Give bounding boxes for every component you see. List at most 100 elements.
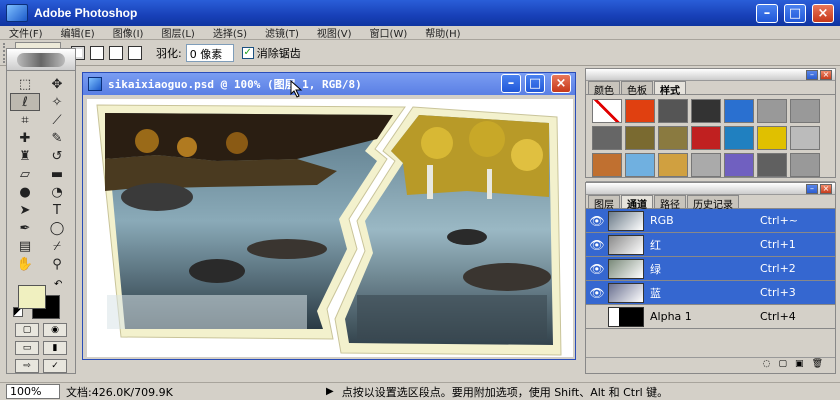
tab-swatches[interactable]: 色板 [621, 81, 653, 97]
new-channel-icon[interactable]: ▣ [795, 359, 804, 369]
swap-colors-icon[interactable]: ↶ [54, 279, 62, 290]
doc-close-button[interactable]: × [551, 74, 571, 93]
standard-mode-icon[interactable]: ▢ [15, 323, 39, 337]
style-swatch[interactable] [658, 126, 688, 150]
status-menu-arrow-icon[interactable]: ▶ [326, 386, 334, 397]
add-selection-icon[interactable] [90, 45, 104, 60]
style-swatch[interactable] [691, 99, 721, 123]
notes-tool-icon[interactable]: ▤ [10, 237, 40, 255]
style-swatch[interactable] [592, 126, 622, 150]
style-swatch[interactable] [757, 99, 787, 123]
dodge-tool-icon[interactable]: ◔ [42, 183, 72, 201]
style-swatch[interactable] [724, 99, 754, 123]
menu-window[interactable]: 窗口(W) [361, 25, 417, 40]
pen-tool-icon[interactable]: ✒ [10, 219, 40, 237]
gradient-tool-icon[interactable]: ▬ [42, 165, 72, 183]
marquee-tool-icon[interactable]: ⬚ [10, 75, 40, 93]
style-swatch[interactable] [790, 99, 820, 123]
style-swatch[interactable] [790, 126, 820, 150]
magic-wand-tool-icon[interactable]: ✧ [42, 93, 72, 111]
jump-to-imageready-icon[interactable]: ⇨ [15, 359, 39, 373]
history-brush-icon[interactable]: ↺ [42, 147, 72, 165]
tab-color[interactable]: 颜色 [588, 81, 620, 97]
style-swatch[interactable] [625, 99, 655, 123]
tab-paths[interactable]: 路径 [654, 195, 686, 211]
eye-icon[interactable]: 👁 [586, 214, 608, 228]
styles-panel-header[interactable]: – × [586, 69, 835, 81]
style-swatch[interactable] [724, 126, 754, 150]
channel-row[interactable]: 👁 红 Ctrl+1 [586, 233, 835, 257]
style-swatch[interactable] [625, 153, 655, 177]
doc-maximize-button[interactable]: □ [525, 74, 545, 93]
channel-row[interactable]: 👁 RGB Ctrl+~ [586, 209, 835, 233]
channel-row[interactable]: Alpha 1 Ctrl+4 [586, 305, 835, 329]
menu-view[interactable]: 视图(V) [308, 25, 361, 40]
menu-edit[interactable]: 编辑(E) [52, 25, 104, 40]
close-button[interactable]: × [812, 4, 834, 23]
channels-panel-minimize-button[interactable]: – [806, 184, 818, 194]
image-canvas[interactable] [87, 99, 573, 357]
tab-styles[interactable]: 样式 [654, 81, 686, 97]
document-titlebar[interactable]: sikaixiaoguo.psd @ 100% (图层 1, RGB/8) – … [83, 73, 575, 95]
brush-tool-icon[interactable]: ✎ [42, 129, 72, 147]
style-swatch[interactable] [658, 99, 688, 123]
intersect-selection-icon[interactable] [128, 45, 142, 60]
style-swatch[interactable] [757, 153, 787, 177]
eraser-tool-icon[interactable]: ▱ [10, 165, 40, 183]
hand-tool-icon[interactable]: ✋ [10, 255, 40, 273]
style-swatch[interactable] [757, 126, 787, 150]
load-selection-icon[interactable]: ◌ [763, 359, 771, 369]
menu-filter[interactable]: 滤镜(T) [256, 25, 308, 40]
clone-stamp-icon[interactable]: ♜ [10, 147, 40, 165]
channel-row[interactable]: 👁 蓝 Ctrl+3 [586, 281, 835, 305]
styles-panel-close-button[interactable]: × [820, 70, 832, 80]
crop-tool-icon[interactable]: ⌗ [10, 111, 40, 129]
maximize-button[interactable]: □ [784, 4, 806, 23]
toolbox-header[interactable] [7, 49, 75, 71]
channels-panel-header[interactable]: – × [586, 183, 835, 195]
subtract-selection-icon[interactable] [109, 45, 123, 60]
quickmask-mode-icon[interactable]: ◉ [43, 323, 67, 337]
eye-icon[interactable]: 👁 [586, 262, 608, 276]
style-swatch[interactable] [625, 126, 655, 150]
screen-mode-standard-icon[interactable]: ▭ [15, 341, 39, 355]
tab-layers[interactable]: 图层 [588, 195, 620, 211]
zoom-tool-icon[interactable]: ⚲ [42, 255, 72, 273]
zoom-field[interactable]: 100% [6, 384, 60, 399]
style-swatch[interactable] [658, 153, 688, 177]
feather-input[interactable]: 0 像素 [185, 43, 234, 62]
style-swatch[interactable] [691, 126, 721, 150]
healing-brush-icon[interactable]: ✚ [10, 129, 40, 147]
shape-tool-icon[interactable]: ◯ [42, 219, 72, 237]
styles-panel-minimize-button[interactable]: – [806, 70, 818, 80]
eye-icon[interactable]: 👁 [586, 286, 608, 300]
menu-image[interactable]: 图像(I) [104, 25, 153, 40]
eyedropper-tool-icon[interactable]: ⌿ [42, 237, 72, 255]
slice-tool-icon[interactable]: ⟋ [42, 111, 72, 129]
foreground-color-swatch[interactable] [18, 285, 46, 309]
doc-minimize-button[interactable]: – [501, 74, 521, 93]
tab-channels[interactable]: 通道 [621, 195, 653, 211]
channel-row[interactable]: 👁 绿 Ctrl+2 [586, 257, 835, 281]
style-swatch[interactable] [592, 153, 622, 177]
blur-tool-icon[interactable]: ● [10, 183, 40, 201]
tab-history[interactable]: 历史记录 [687, 195, 739, 211]
menu-layer[interactable]: 图层(L) [152, 25, 203, 40]
eye-icon[interactable]: 👁 [586, 238, 608, 252]
style-swatch[interactable] [790, 153, 820, 177]
style-swatch[interactable] [691, 153, 721, 177]
type-tool-icon[interactable]: T [42, 201, 72, 219]
save-selection-icon[interactable]: ▢ [779, 359, 788, 369]
channels-panel-close-button[interactable]: × [820, 184, 832, 194]
menu-help[interactable]: 帮助(H) [416, 25, 469, 40]
menu-file[interactable]: 文件(F) [0, 25, 52, 40]
edit-in-imageready-icon[interactable]: ✓ [43, 359, 67, 373]
style-swatch[interactable] [592, 99, 622, 123]
style-swatch[interactable] [724, 153, 754, 177]
screen-mode-full-icon[interactable]: ▮ [43, 341, 67, 355]
move-tool-icon[interactable]: ✥ [42, 75, 72, 93]
minimize-button[interactable]: – [756, 4, 778, 23]
delete-channel-icon[interactable]: 🗑 [812, 359, 823, 369]
document-info[interactable]: 文档:426.0K/709.9K [66, 384, 266, 400]
menu-select[interactable]: 选择(S) [204, 25, 256, 40]
